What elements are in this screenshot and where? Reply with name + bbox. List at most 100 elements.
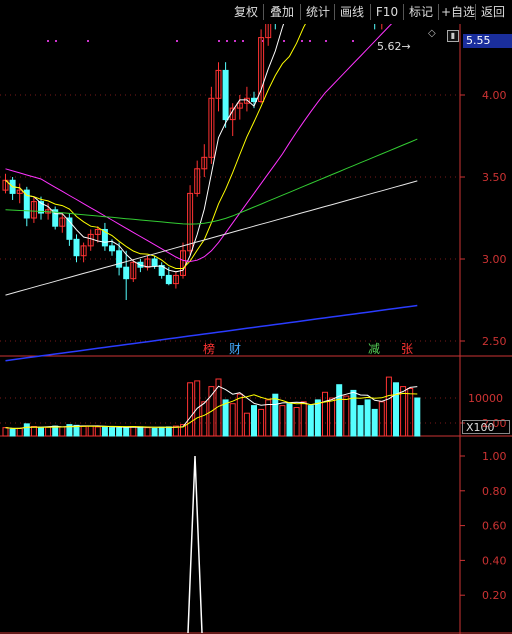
- toolbar-separator: [263, 4, 264, 20]
- volume-bar: [279, 405, 286, 437]
- toolbar-separator: [438, 4, 439, 20]
- chart-area: 5.505.004.504.003.503.002.502.00100001.0…: [0, 24, 512, 634]
- volume-bar: [286, 403, 293, 437]
- volume-bar: [385, 376, 392, 437]
- toolbar-button-0[interactable]: 复权: [229, 3, 263, 21]
- event-dot: [325, 40, 327, 42]
- indicator-line: [187, 455, 203, 634]
- toolbar-button-2[interactable]: 统计: [302, 3, 334, 21]
- candle-body: [73, 238, 80, 257]
- peak-price-label: 5.62→: [377, 40, 411, 53]
- candle-body: [23, 189, 30, 219]
- volume-bar: [407, 388, 414, 437]
- toolbar-separator: [475, 4, 476, 20]
- volume-bar: [336, 384, 343, 437]
- event-dot: [234, 40, 236, 42]
- event-dot: [218, 40, 220, 42]
- volume-bar: [393, 382, 399, 437]
- volume-bar: [165, 426, 172, 437]
- volume-bar: [94, 426, 101, 437]
- volume-bar: [251, 405, 257, 437]
- event-dot: [47, 40, 49, 42]
- volume-bar: [378, 401, 385, 437]
- indicator-axis-label: 0.40: [482, 554, 507, 567]
- price-axis-label: 3.00: [482, 253, 507, 266]
- toolbar-button-1[interactable]: 叠加: [265, 3, 299, 21]
- volume-bar: [314, 399, 321, 437]
- volume-bar: [187, 382, 194, 437]
- marker-finance[interactable]: 财: [228, 342, 242, 356]
- volume-bar: [300, 401, 307, 437]
- volume-bar: [414, 397, 421, 437]
- toolbar-button-5[interactable]: 标记: [405, 3, 437, 21]
- toggle-panel-icon[interactable]: ▮: [447, 30, 459, 42]
- volume-bar: [101, 426, 108, 437]
- volume-bar: [329, 397, 336, 437]
- volume-bar: [80, 426, 87, 437]
- event-dot: [352, 40, 354, 42]
- volume-bar: [23, 423, 30, 437]
- volume-bar: [222, 399, 229, 437]
- volume-bar: [236, 393, 243, 437]
- price-axis-label: 4.00: [482, 89, 507, 102]
- diamond-icon[interactable]: ◇: [428, 28, 436, 39]
- marker-rank[interactable]: 榜: [202, 342, 216, 356]
- volume-bar: [322, 391, 328, 437]
- event-dot: [242, 40, 244, 42]
- indicator-axis-label: 0.80: [482, 485, 507, 498]
- volume-bar: [151, 427, 158, 437]
- volume-bar: [16, 427, 23, 437]
- indicator-axis-label: 0.60: [482, 520, 507, 533]
- toolbar-separator: [370, 4, 371, 20]
- event-dot: [176, 40, 178, 42]
- volume-bar: [123, 426, 130, 437]
- volume-bar: [343, 395, 350, 437]
- candle-body: [123, 266, 130, 280]
- volume-bar: [201, 401, 208, 437]
- volume-unit-label[interactable]: X100: [462, 420, 510, 434]
- volume-bar: [30, 426, 37, 437]
- toolbar-button-3[interactable]: 画线: [336, 3, 368, 21]
- volume-bar: [9, 428, 16, 437]
- marker-reduce[interactable]: 减: [367, 342, 381, 356]
- event-dot: [226, 40, 228, 42]
- volume-bar: [258, 408, 265, 437]
- toolbar-button-6[interactable]: +自选: [440, 3, 476, 21]
- candle-body: [222, 69, 229, 121]
- toolbar-separator: [300, 4, 301, 20]
- toolbar-separator: [334, 4, 335, 20]
- volume-bar: [371, 408, 378, 437]
- toolbar-button-7[interactable]: 返回: [477, 3, 509, 21]
- candle-body: [116, 250, 123, 268]
- toolbar-separator: [403, 4, 404, 20]
- event-dot: [87, 40, 89, 42]
- volume-bar: [307, 405, 314, 437]
- candle-body: [165, 274, 172, 285]
- price-axis-label: 3.50: [482, 171, 507, 184]
- volume-bar: [59, 426, 66, 437]
- event-dot: [283, 40, 285, 42]
- volume-bar: [265, 399, 272, 437]
- volume-bar: [87, 425, 94, 437]
- volume-bar: [364, 399, 371, 437]
- volume-bar: [38, 427, 44, 437]
- volume-bar: [293, 407, 300, 437]
- current-price-badge: 5.55: [463, 34, 512, 48]
- indicator-axis-label: 0.20: [482, 589, 507, 602]
- volume-bar: [158, 426, 165, 437]
- volume-bar: [109, 427, 115, 437]
- volume-bar: [137, 426, 144, 437]
- volume-bar: [229, 403, 236, 437]
- volume-bar: [116, 427, 123, 437]
- volume-bar: [272, 393, 279, 437]
- price-axis-label: 2.50: [482, 335, 507, 348]
- volume-bar: [144, 427, 151, 437]
- toolbar-button-4[interactable]: F10: [372, 3, 402, 21]
- event-dot: [309, 40, 311, 42]
- indicator-axis-label: 1.00: [482, 450, 507, 463]
- candle-body: [109, 245, 115, 252]
- volume-bar: [357, 405, 364, 437]
- marker-rise[interactable]: 张: [400, 342, 414, 356]
- volume-bar: [2, 427, 9, 437]
- candle-body: [151, 258, 158, 267]
